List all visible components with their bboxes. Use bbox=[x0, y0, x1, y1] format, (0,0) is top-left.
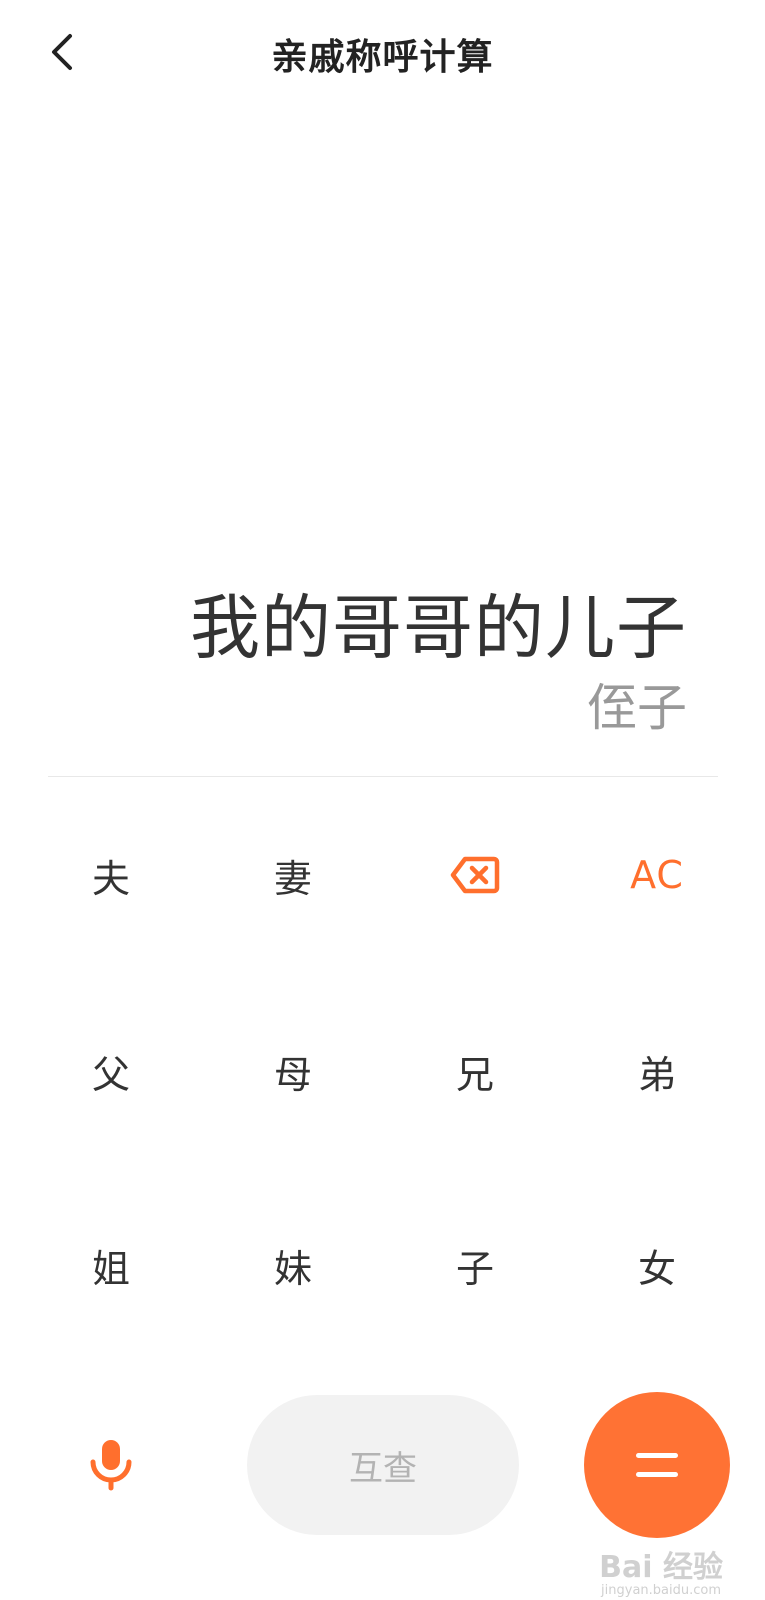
key-younger-brother[interactable]: 弟 bbox=[597, 1026, 717, 1116]
backspace-button[interactable] bbox=[415, 830, 535, 920]
key-wife[interactable]: 妻 bbox=[233, 830, 353, 920]
key-elder-sister[interactable]: 姐 bbox=[51, 1220, 171, 1310]
result-display: 侄子 bbox=[587, 679, 687, 737]
header: 亲戚称呼计算 bbox=[0, 0, 765, 110]
key-younger-sister[interactable]: 妹 bbox=[233, 1220, 353, 1310]
microphone-button[interactable] bbox=[78, 1428, 144, 1504]
key-elder-brother[interactable]: 兄 bbox=[415, 1026, 535, 1116]
divider bbox=[48, 776, 718, 777]
watermark-url: jingyan.baidu.com bbox=[601, 1583, 721, 1598]
expression-display: 我的哥哥的儿子 bbox=[190, 587, 687, 669]
clear-button[interactable]: AC bbox=[597, 830, 717, 920]
key-mother[interactable]: 母 bbox=[233, 1026, 353, 1116]
key-son[interactable]: 子 bbox=[415, 1220, 535, 1310]
equals-button[interactable] bbox=[584, 1392, 730, 1538]
equals-icon bbox=[636, 1453, 678, 1477]
mutual-lookup-button[interactable]: 互查 bbox=[247, 1395, 519, 1535]
key-daughter[interactable]: 女 bbox=[597, 1220, 717, 1310]
watermark: Bai 经验 bbox=[599, 1550, 723, 1585]
key-father[interactable]: 父 bbox=[51, 1026, 171, 1116]
page-title: 亲戚称呼计算 bbox=[271, 37, 494, 78]
backspace-icon bbox=[450, 856, 500, 894]
key-husband[interactable]: 夫 bbox=[51, 830, 171, 920]
microphone-icon bbox=[90, 1440, 132, 1491]
clear-label: AC bbox=[630, 853, 684, 897]
